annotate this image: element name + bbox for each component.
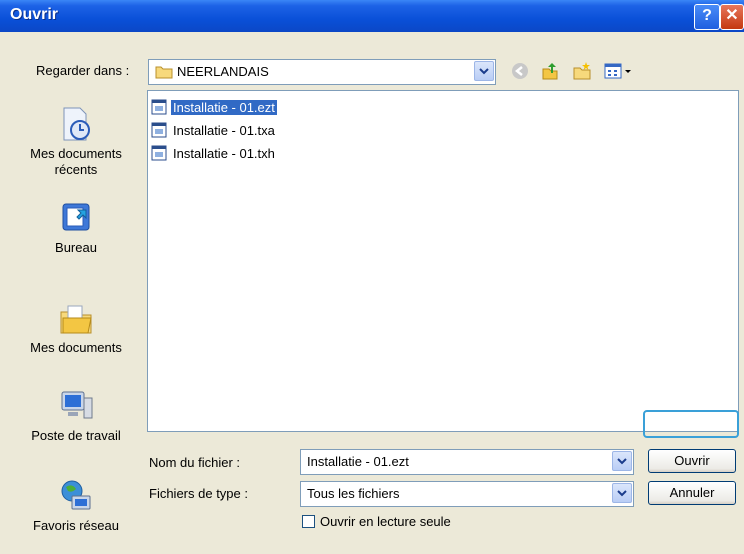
file-item[interactable]: Installatie - 01.txa: [151, 120, 277, 140]
dialog-title: Ouvrir: [10, 6, 59, 23]
place-network[interactable]: Favoris réseau: [11, 478, 141, 534]
back-icon[interactable]: [509, 60, 531, 82]
filetype-select[interactable]: Tous les fichiers: [300, 481, 634, 507]
open-dialog: Ouvrir ? ✕ Regarder dans : NEERLANDAIS M…: [0, 0, 744, 554]
view-menu-icon[interactable]: [603, 60, 633, 82]
folder-icon: [155, 64, 173, 82]
place-label: Mes documents: [30, 340, 122, 355]
file-name: Installatie - 01.ezt: [171, 99, 277, 115]
file-icon: [151, 99, 167, 115]
file-icon: [151, 145, 167, 161]
up-folder-icon[interactable]: [539, 60, 561, 82]
filetype-value: Tous les fichiers: [307, 486, 400, 501]
new-folder-icon[interactable]: [571, 60, 593, 82]
chevron-down-icon: [617, 457, 627, 464]
readonly-checkbox[interactable]: [302, 515, 315, 528]
place-desktop[interactable]: Bureau: [11, 200, 141, 256]
desktop-icon: [62, 203, 90, 231]
lookin-dropdown-button[interactable]: [474, 61, 494, 81]
chevron-down-icon: [617, 489, 627, 496]
place-my-documents[interactable]: Mes documents: [11, 300, 141, 356]
network-places-icon: [61, 480, 91, 510]
my-computer-icon: [61, 391, 93, 419]
file-name: Installatie - 01.txh: [173, 145, 275, 161]
close-button[interactable]: ✕: [720, 4, 744, 30]
title-bar[interactable]: Ouvrir ? ✕: [0, 0, 744, 32]
place-label: Bureau: [55, 240, 97, 255]
filename-input[interactable]: Installatie - 01.ezt: [300, 449, 634, 475]
file-name: Installatie - 01.txa: [173, 122, 275, 138]
file-item[interactable]: Installatie - 01.txh: [151, 143, 277, 163]
filetype-dropdown-button[interactable]: [612, 483, 632, 503]
chevron-down-icon: [479, 67, 489, 74]
place-label: Poste de travail: [31, 428, 121, 443]
filetype-label: Fichiers de type :: [149, 486, 248, 501]
open-button[interactable]: Ouvrir: [648, 449, 736, 473]
place-label: Favoris réseau: [33, 518, 119, 533]
filename-value: Installatie - 01.ezt: [307, 454, 409, 469]
readonly-label[interactable]: Ouvrir en lecture seule: [320, 514, 451, 529]
place-recent-documents[interactable]: Mes documents récents: [11, 106, 141, 178]
focus-highlight: [643, 410, 739, 438]
cancel-button[interactable]: Annuler: [648, 481, 736, 505]
file-icon: [151, 122, 167, 138]
lookin-label: Regarder dans :: [36, 63, 130, 78]
place-my-computer[interactable]: Poste de travail: [11, 388, 141, 444]
filename-label: Nom du fichier :: [149, 455, 241, 470]
places-bar: Mes documents récents Bureau Mes documen…: [11, 90, 141, 550]
file-list[interactable]: Installatie - 01.ezt Installatie - 01.tx…: [147, 90, 739, 432]
lookin-combo[interactable]: NEERLANDAIS: [148, 59, 496, 85]
my-documents-icon: [60, 305, 92, 334]
lookin-value: NEERLANDAIS: [177, 64, 269, 79]
help-button[interactable]: ?: [694, 4, 720, 30]
place-label: Mes documents récents: [30, 146, 122, 177]
recent-documents-icon: [63, 107, 90, 141]
filename-dropdown-button[interactable]: [612, 451, 632, 471]
file-item[interactable]: Installatie - 01.ezt: [151, 97, 277, 117]
